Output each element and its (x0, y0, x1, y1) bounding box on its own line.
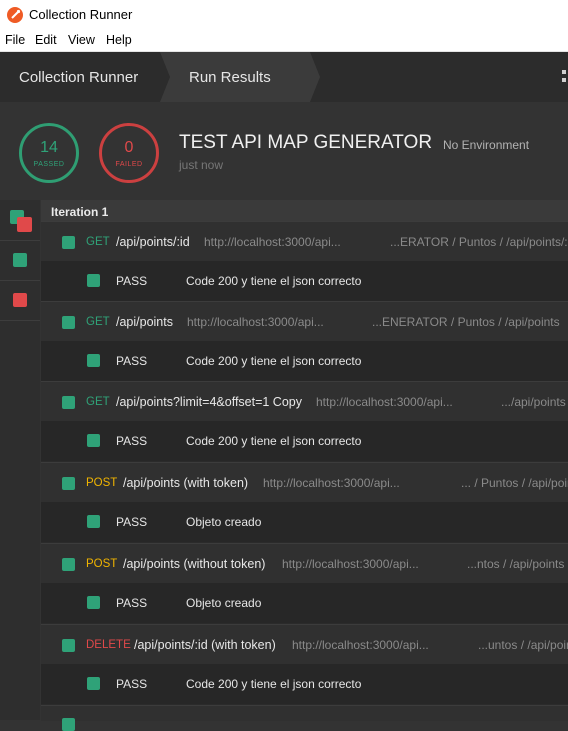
test-row: PASS Objeto creado (41, 502, 568, 542)
filter-passed[interactable] (0, 240, 40, 281)
breadcrumb-collection-runner-label: Collection Runner (19, 69, 139, 86)
request-status-icon (62, 558, 75, 571)
run-time: just now (179, 158, 224, 172)
request-method: DELETE (86, 639, 131, 651)
test-pass-icon (87, 274, 100, 287)
test-pass-icon (87, 596, 100, 609)
request-method: GET (86, 316, 110, 328)
request-url: http://localhost:3000/api... (282, 557, 419, 571)
request-status-icon (62, 639, 75, 652)
test-status: PASS (116, 274, 148, 288)
test-status: PASS (116, 434, 148, 448)
passed-count: 14 (40, 139, 58, 156)
test-name: Objeto creado (186, 515, 262, 529)
fail-filter-icon (13, 293, 27, 307)
request-row[interactable]: GET /api/points http://localhost:3000/ap… (41, 301, 568, 342)
test-status: PASS (116, 677, 148, 691)
test-row: PASS Code 200 y tiene el json correcto (41, 261, 568, 301)
request-status-icon (62, 396, 75, 409)
run-summary: 14 PASSED 0 FAILED TEST API MAP GENERATO… (0, 102, 568, 200)
request-path: /api/points?limit=4&offset=1 Copy (116, 395, 302, 409)
request-url: http://localhost:3000/api... (316, 395, 453, 409)
test-name: Code 200 y tiene el json correcto (186, 677, 362, 691)
test-pass-icon (87, 434, 100, 447)
menu-edit[interactable]: Edit (35, 33, 57, 47)
test-name: Objeto creado (186, 596, 262, 610)
pass-filter-icon (13, 253, 27, 267)
request-url: http://localhost:3000/api... (263, 476, 400, 490)
passed-counter: 14 PASSED (19, 123, 79, 183)
request-breadcrumb: ... / Puntos / /api/points (461, 476, 568, 490)
request-status-icon (62, 236, 75, 249)
request-row[interactable]: POST /api/points (without token) http://… (41, 543, 568, 584)
request-path: /api/points (116, 315, 173, 329)
test-status: PASS (116, 515, 148, 529)
menu-bar: File Edit View Help (0, 30, 568, 52)
test-row: PASS Code 200 y tiene el json correcto (41, 664, 568, 704)
test-row: PASS Code 200 y tiene el json correcto (41, 421, 568, 461)
test-name: Code 200 y tiene el json correcto (186, 274, 362, 288)
iteration-sidebar (0, 200, 40, 720)
request-method: GET (86, 236, 110, 248)
failed-counter: 0 FAILED (99, 123, 159, 183)
test-pass-icon (87, 515, 100, 528)
request-method: GET (86, 396, 110, 408)
filter-failed[interactable] (0, 280, 40, 321)
breadcrumb-run-results[interactable]: Run Results (160, 52, 320, 102)
request-path: /api/points (without token) (123, 557, 266, 571)
results-list: Iteration 1 GET /api/points/:id http://l… (41, 200, 568, 731)
request-method: POST (86, 558, 118, 570)
passed-label: PASSED (33, 161, 65, 168)
request-row[interactable]: GET /api/points/:id http://localhost:300… (41, 221, 568, 262)
fail-status-icon (17, 217, 32, 232)
request-row[interactable]: DELETE /api/points/:id (with token) http… (41, 624, 568, 665)
test-pass-icon (87, 354, 100, 367)
test-row: PASS Objeto creado (41, 583, 568, 623)
failed-count: 0 (124, 139, 134, 156)
request-row[interactable]: POST /api/points (with token) http://loc… (41, 462, 568, 503)
menu-help[interactable]: Help (106, 33, 132, 47)
test-status: PASS (116, 354, 148, 368)
iteration-label: Iteration 1 (51, 205, 109, 219)
request-url: http://localhost:3000/api... (187, 315, 324, 329)
request-breadcrumb: ...ENERATOR / Puntos / /api/points (372, 315, 560, 329)
test-name: Code 200 y tiene el json correcto (186, 354, 362, 368)
breadcrumb-run-results-label: Run Results (189, 69, 271, 86)
window-titlebar: Collection Runner (0, 0, 568, 30)
request-method: POST (86, 477, 118, 489)
request-status-icon (62, 316, 75, 329)
request-breadcrumb: ...ERATOR / Puntos / /api/points/:id (390, 235, 568, 249)
request-path: /api/points/:id (with token) (134, 638, 276, 652)
request-row[interactable]: GET /api/points?limit=4&offset=1 Copy ht… (41, 381, 568, 422)
request-path: /api/points/:id (116, 235, 190, 249)
test-status: PASS (116, 596, 148, 610)
iteration-1-tab[interactable] (0, 200, 40, 241)
request-status-icon (62, 477, 75, 490)
request-url: http://localhost:3000/api... (204, 235, 341, 249)
test-row: PASS Code 200 y tiene el json correcto (41, 341, 568, 381)
window-title: Collection Runner (29, 7, 133, 22)
iteration-header: Iteration 1 (41, 200, 568, 221)
request-path: /api/points (with token) (123, 476, 249, 490)
menu-view[interactable]: View (68, 33, 95, 47)
test-pass-icon (87, 677, 100, 690)
request-breadcrumb: ...ntos / /api/points (467, 557, 565, 571)
postman-logo-icon (7, 7, 23, 23)
runner-header: Collection Runner Run Results (0, 52, 568, 102)
request-row-partial[interactable] (41, 705, 568, 731)
request-breadcrumb: .../api/points (501, 395, 566, 409)
more-options-icon[interactable] (560, 70, 568, 84)
collection-name: TEST API MAP GENERATOR (179, 132, 433, 153)
breadcrumb-collection-runner[interactable]: Collection Runner (0, 52, 160, 102)
request-url: http://localhost:3000/api... (292, 638, 429, 652)
failed-label: FAILED (115, 161, 143, 168)
test-name: Code 200 y tiene el json correcto (186, 434, 362, 448)
menu-file[interactable]: File (5, 33, 25, 47)
request-breadcrumb: ...untos / /api/points (478, 638, 568, 652)
environment-label: No Environment (443, 138, 530, 152)
